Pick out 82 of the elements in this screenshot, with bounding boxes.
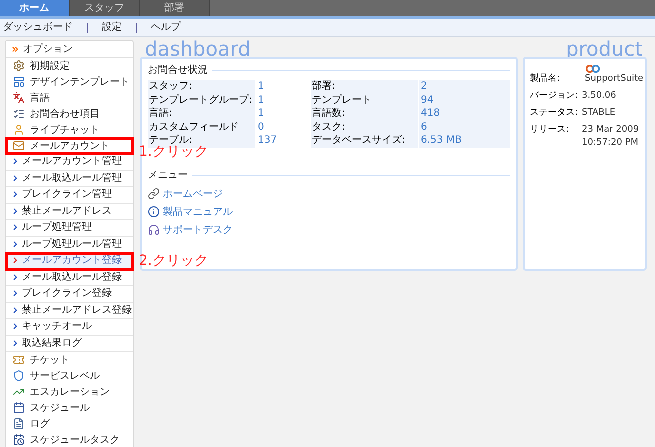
- table-cell: テンプレート: [311, 94, 418, 107]
- sidebar-subitem[interactable]: 禁止メールアドレス: [6, 204, 133, 220]
- sidebar-item[interactable]: お問合わせ項目: [6, 106, 133, 122]
- table-cell: 6.53 MB: [419, 134, 510, 148]
- menu-link[interactable]: ホームページ: [163, 186, 223, 202]
- field-label: 製品名:: [530, 73, 562, 86]
- sidebar-subitem[interactable]: メールアカウント登録: [6, 253, 133, 270]
- nav-link[interactable]: ダッシュボード: [3, 20, 73, 35]
- field-value: 23 Mar 2009 10:57:20 PM: [582, 124, 640, 150]
- table-cell: 言語数:: [311, 107, 418, 120]
- sidebar-subitem[interactable]: メール取込ルール登録: [6, 270, 133, 286]
- sidebar-item[interactable]: スケジュールタスク: [6, 432, 133, 447]
- field-value: STABLE: [582, 107, 616, 120]
- table-cell: テーブル:: [148, 134, 255, 148]
- logo-icon: [586, 65, 600, 73]
- table-cell: 2: [419, 80, 510, 94]
- table-cell-text: 1: [257, 80, 266, 94]
- table-cell-text: 0: [257, 120, 266, 134]
- table-cell: カスタムフィールド: [148, 120, 255, 134]
- annotation-text: 2.クリック: [139, 252, 208, 271]
- sidebar-item[interactable]: 言語: [6, 90, 133, 106]
- sidebar-item[interactable]: デザインテンプレート: [6, 74, 133, 90]
- sidebar-subitem[interactable]: ブレイクライン登録: [6, 286, 133, 302]
- calendar-icon: [13, 434, 25, 446]
- field-label: ステータス:: [530, 107, 580, 120]
- nav-link[interactable]: 設定: [102, 20, 122, 35]
- table-cell: 部署:: [311, 80, 418, 94]
- tab[interactable]: ホーム: [0, 0, 70, 16]
- table-cell: データベースサイズ:: [311, 134, 418, 148]
- sidebar-item[interactable]: スケジュール: [6, 400, 133, 416]
- shield-icon: [13, 370, 25, 382]
- mail-icon: [13, 140, 25, 152]
- sidebar-subitem[interactable]: キャッチオール: [6, 319, 133, 336]
- gear-icon: [13, 60, 25, 72]
- table-cell: 言語:: [148, 107, 255, 120]
- field-label: リリース:: [530, 124, 570, 137]
- checklist-icon: [13, 108, 25, 120]
- double-arrow-icon: [11, 44, 20, 54]
- table-cell: スタッフ:: [148, 80, 255, 94]
- chart-icon: [13, 386, 25, 398]
- table-cell-text: 137: [257, 134, 278, 148]
- table-cell: 418: [419, 107, 510, 120]
- table-cell-text: 1: [257, 94, 266, 107]
- field-label: バージョン:: [530, 90, 580, 103]
- field-value: 3.50.06: [582, 90, 616, 103]
- section-title: お問合せ状況: [148, 64, 208, 78]
- table-cell: タスク:: [311, 120, 418, 134]
- table-cell: 94: [419, 94, 510, 107]
- sidebar-item[interactable]: ライブチャット: [6, 122, 133, 138]
- sidebar-subitem[interactable]: ブレイクライン管理: [6, 187, 133, 204]
- link-icon: [148, 188, 160, 200]
- sidebar-item[interactable]: メールアカウント: [6, 138, 133, 154]
- sidebar-item[interactable]: サービスレベル: [6, 368, 133, 384]
- section-title: メニュー: [148, 168, 188, 182]
- headset-icon: [148, 224, 160, 236]
- product-heading: product: [565, 41, 644, 57]
- calendar-icon: [13, 402, 25, 414]
- dashboard-heading: dashboard: [144, 41, 252, 57]
- sidebar-item[interactable]: ログ: [6, 416, 133, 432]
- tab[interactable]: スタッフ: [70, 0, 140, 16]
- table-cell: テンプレートグループ:: [148, 94, 255, 107]
- language-icon: [13, 92, 25, 104]
- tab[interactable]: 部署: [140, 0, 210, 16]
- sidebar-title: オプション: [23, 42, 73, 56]
- sidebar-subitem[interactable]: ループ処理管理: [6, 220, 133, 236]
- sidebar-subitem[interactable]: 取込結果ログ: [6, 336, 133, 352]
- template-icon: [13, 76, 25, 88]
- menu-link[interactable]: 製品マニュアル: [163, 204, 233, 220]
- menu-link[interactable]: サポートデスク: [163, 222, 233, 238]
- table-cell: 6: [419, 120, 510, 134]
- sidebar-item[interactable]: 初期設定: [6, 58, 133, 74]
- document-icon: [13, 418, 25, 430]
- sidebar-subitem[interactable]: メールアカウント管理: [6, 154, 133, 170]
- info-icon: [148, 206, 160, 218]
- nav-link[interactable]: ヘルプ: [151, 20, 181, 35]
- person-icon: [13, 124, 25, 136]
- sidebar-subitem[interactable]: メール取込ルール管理: [6, 170, 133, 187]
- sidebar-item[interactable]: エスカレーション: [6, 384, 133, 400]
- sidebar-item[interactable]: チケット: [6, 352, 133, 368]
- table-cell-text: 1: [257, 107, 266, 120]
- ticket-icon: [13, 354, 25, 366]
- sidebar-subitem[interactable]: 禁止メールアドレス登録: [6, 302, 133, 319]
